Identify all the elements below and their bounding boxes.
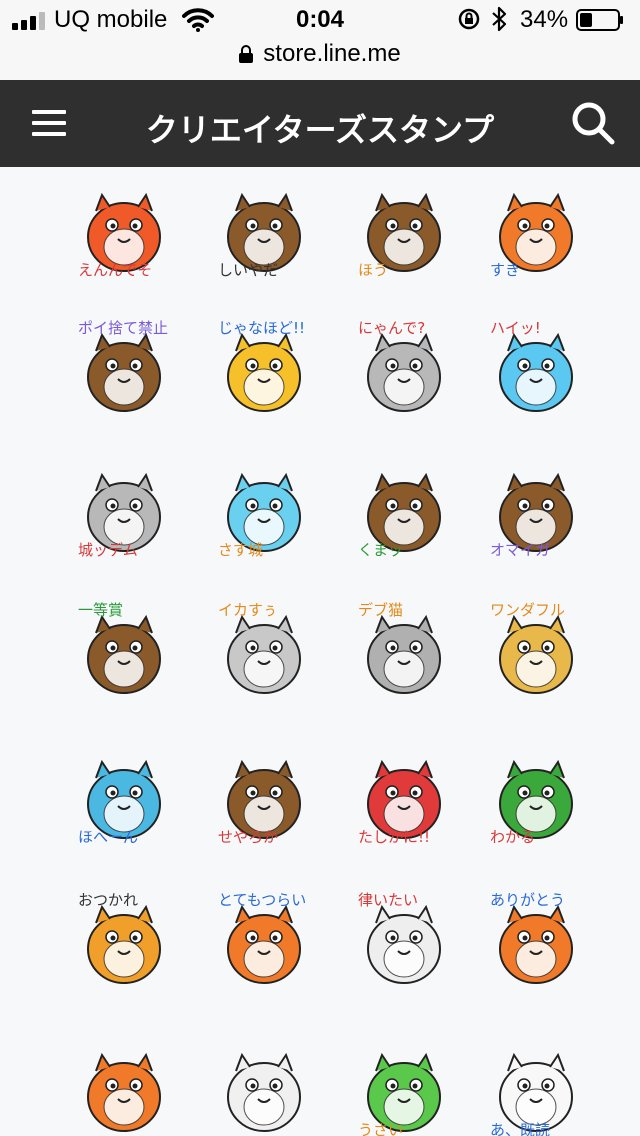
sticker-item-white-cat[interactable]: あ、既読 (484, 1037, 588, 1136)
sticker-item-gray-fat-cat[interactable]: デブ猫 (352, 599, 456, 703)
sticker-item-orange-tanuki[interactable]: ありがとう (484, 889, 588, 993)
sticker-item-brown-bear[interactable]: くまッ (352, 457, 456, 561)
sticker-caption: ありがとう (490, 891, 566, 909)
sticker-item-gray-cat[interactable]: にゃんで? (352, 317, 456, 421)
bluetooth-icon (492, 6, 507, 32)
sticker-item-moth[interactable]: オマイガ (484, 457, 588, 561)
sticker-item-squid[interactable]: イカすぅ (212, 599, 316, 703)
sticker-item-blue-rabbit[interactable]: さす城 (212, 457, 316, 561)
sticker-caption: しいやだ (218, 261, 279, 279)
rotation-lock-icon (458, 8, 480, 30)
battery-percent: 34% (520, 6, 569, 33)
status-bar: UQ mobile 0:04 34% store.line.me (0, 0, 640, 80)
sticker-item-crab[interactable]: たしかに!! (352, 744, 456, 848)
sticker-illustration (87, 1052, 161, 1132)
sticker-item-brown-blob[interactable]: 一等賞 (72, 599, 176, 703)
url-text: store.line.me (263, 40, 401, 67)
sticker-caption: イカすぅ (218, 601, 278, 619)
sticker-caption: うさい (358, 1121, 404, 1136)
sticker-illustration (227, 1052, 301, 1132)
sticker-caption: くまッ (358, 541, 404, 559)
search-icon[interactable] (570, 100, 616, 146)
sticker-item-penguin-owl[interactable]: せやろか (212, 744, 316, 848)
sticker-caption: 城ッデム (78, 541, 138, 559)
address-bar[interactable]: store.line.me (0, 40, 640, 68)
battery-icon (576, 9, 623, 31)
sticker-item-white-raccoon[interactable] (212, 1037, 316, 1136)
sticker-grid: えんんでそ しいやだ ほう すき ポイ捨て禁止 じゃなほど!! にゃんで? ハイ… (0, 167, 640, 1136)
sticker-item-sleeping-orange[interactable]: とてもつらい (212, 889, 316, 993)
sticker-caption: ほへーん (78, 828, 139, 846)
header-bar: クリエイターズスタンプ (0, 80, 640, 167)
sticker-item-orange-furry[interactable]: えんんでそ (72, 177, 176, 281)
sticker-caption: おつかれ (78, 891, 139, 909)
sticker-caption: あ、既読 (490, 1121, 551, 1136)
sticker-item-orange-sunglasses[interactable] (72, 1037, 176, 1136)
sticker-item-yellow-cat[interactable]: じゃなほど!! (212, 317, 316, 421)
sticker-item-blue-rabbit[interactable]: ハイッ! (484, 317, 588, 421)
page-title: クリエイターズスタンプ (145, 112, 495, 148)
sticker-item-green-kappa[interactable]: うさい (352, 1037, 456, 1136)
sticker-caption: とてもつらい (218, 891, 307, 909)
sticker-caption: じゃなほど!! (218, 319, 306, 337)
sticker-item-orange-cat[interactable]: すき (484, 177, 588, 281)
sticker-item-parrot[interactable]: ほへーん (72, 744, 176, 848)
sticker-item-two-bears-box[interactable]: ポイ捨て禁止 (72, 317, 176, 421)
sticker-caption: すき (490, 261, 521, 279)
sticker-caption: さす城 (218, 541, 264, 559)
sticker-caption: ポイ捨て禁止 (78, 319, 169, 337)
sticker-item-beaver[interactable]: しいやだ (212, 177, 316, 281)
sticker-caption: オマイガ (490, 541, 551, 559)
sticker-item-owl[interactable]: ほう (352, 177, 456, 281)
sticker-item-kappa[interactable]: わかる (484, 744, 588, 848)
sticker-caption: ワンダフル (490, 601, 566, 619)
sticker-item-yellow-dog[interactable]: ワンダフル (484, 599, 588, 703)
padlock-icon (239, 45, 254, 63)
sticker-caption: えんんでそ (78, 261, 153, 279)
sticker-caption: ほう (358, 261, 389, 279)
sticker-caption: ハイッ! (490, 319, 541, 337)
sticker-caption: たしかに!! (358, 828, 431, 846)
sticker-caption: にゃんで? (358, 319, 426, 337)
sticker-caption: せやろか (218, 828, 279, 846)
sticker-item-white-ghost[interactable]: 律いたい (352, 889, 456, 993)
sticker-item-gray-pigeon[interactable]: 城ッデム (72, 457, 176, 561)
sticker-caption: 律いたい (358, 891, 419, 909)
sticker-caption: わかる (490, 828, 536, 846)
sticker-caption: デブ猫 (358, 601, 404, 619)
sticker-item-tanuki[interactable]: おつかれ (72, 889, 176, 993)
sticker-caption: 一等賞 (78, 601, 124, 619)
